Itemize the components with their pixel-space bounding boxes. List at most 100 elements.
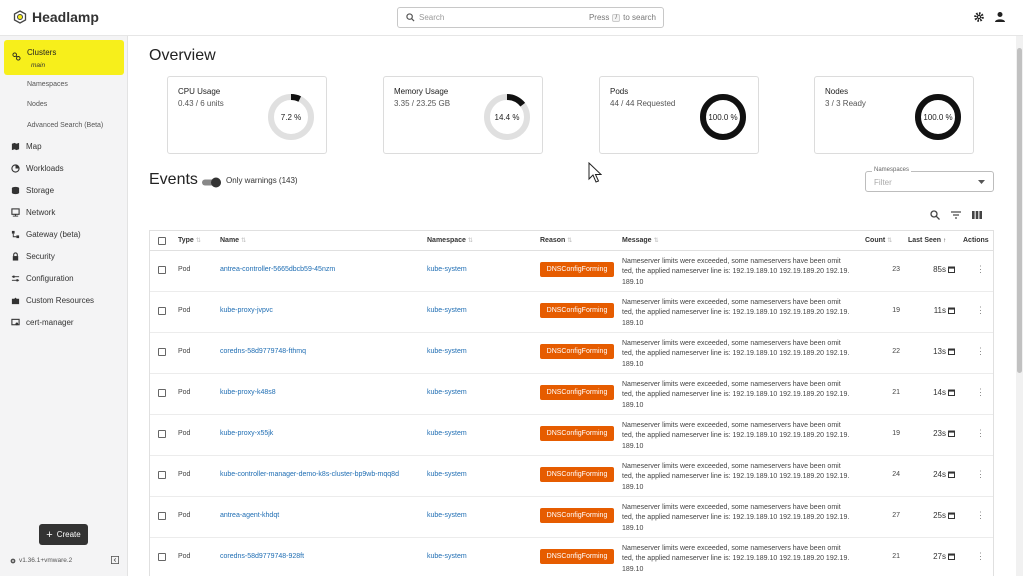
more-actions-icon[interactable]: ⋮ (976, 551, 985, 562)
more-actions-icon[interactable]: ⋮ (976, 264, 985, 275)
column-header-type[interactable]: Type ⇅ (178, 237, 201, 244)
more-actions-icon[interactable]: ⋮ (976, 305, 985, 316)
mouse-cursor-icon (588, 162, 602, 183)
nodes-card: Nodes 3 / 3 Ready 100.0 % (814, 76, 974, 154)
row-checkbox[interactable] (158, 512, 166, 520)
more-actions-icon[interactable]: ⋮ (976, 469, 985, 480)
event-namespace-link[interactable]: kube-system (427, 512, 467, 519)
sidebar-item-label: Configuration (26, 274, 74, 283)
sidebar-item-network[interactable]: Network (11, 208, 55, 217)
event-namespace-link[interactable]: kube-system (427, 553, 467, 560)
event-namespace-link[interactable]: kube-system (427, 266, 467, 273)
search-hint-key: / (612, 13, 621, 22)
row-checkbox[interactable] (158, 471, 166, 479)
sidebar-item-custom-resources[interactable]: Custom Resources (11, 296, 94, 305)
more-actions-icon[interactable]: ⋮ (976, 346, 985, 357)
row-checkbox[interactable] (158, 430, 166, 438)
more-actions-icon[interactable]: ⋮ (976, 428, 985, 439)
reason-badge: DNSConfigForming (540, 385, 614, 400)
event-type: Pod (178, 307, 191, 314)
row-checkbox[interactable] (158, 389, 166, 397)
sidebar-item-clusters[interactable]: Clusters main (4, 40, 124, 75)
sidebar-item-workloads[interactable]: Workloads (11, 164, 64, 173)
column-header-reason[interactable]: Reason ⇅ (540, 237, 572, 244)
page-scrollbar[interactable] (1016, 36, 1023, 576)
warnings-toggle-label: Only warnings (143) (226, 176, 298, 185)
event-namespace-link[interactable]: kube-system (427, 430, 467, 437)
row-checkbox[interactable] (158, 348, 166, 356)
reason-badge: DNSConfigForming (540, 262, 614, 277)
sidebar-item-storage[interactable]: Storage (11, 186, 54, 195)
event-last-seen: 11s (933, 306, 946, 315)
row-checkbox[interactable] (158, 553, 166, 561)
column-header-label: Namespace (427, 237, 466, 244)
message-line: ted, the applied nameserver line is: 192… (622, 309, 850, 317)
event-name-link[interactable]: antrea-controller-5665dbcb59-45nzm (220, 266, 335, 273)
message-line: 189.10 (622, 483, 644, 491)
event-name-link[interactable]: antrea-agent-khdqt (220, 512, 279, 519)
sort-icon: ⇅ (653, 238, 659, 244)
table-row: Pod kube-controller-manager-demo-k8s-clus… (150, 456, 993, 497)
event-namespace-link[interactable]: kube-system (427, 348, 467, 355)
sidebar-item-configuration[interactable]: Configuration (11, 274, 74, 283)
card-percent: 100.0 % (923, 112, 953, 122)
message-line: Nameserver limits were exceeded, some na… (622, 258, 841, 265)
message-line: 189.10 (622, 442, 644, 450)
sidebar-item-cert-manager[interactable]: cert-manager (11, 318, 74, 327)
event-name-link[interactable]: coredns-58d9779748-928ft (220, 553, 304, 560)
search-icon[interactable] (930, 210, 940, 220)
column-header-name[interactable]: Name ⇅ (220, 237, 246, 244)
event-count: 27 (892, 512, 900, 519)
event-name-link[interactable]: kube-proxy-k48s8 (220, 389, 276, 396)
scrollbar-thumb[interactable] (1017, 48, 1022, 373)
event-name-link[interactable]: kube-proxy-jvpvc (220, 307, 273, 314)
sidebar-item-map[interactable]: Map (11, 142, 42, 151)
sidebar-item-advanced-search[interactable]: Advanced Search (Beta) (27, 122, 103, 129)
event-name-link[interactable]: kube-proxy-x55jk (220, 430, 273, 437)
event-namespace-link[interactable]: kube-system (427, 389, 467, 396)
event-name-link[interactable]: kube-controller-manager-demo-k8s-cluster… (220, 471, 399, 478)
event-name-link[interactable]: coredns-58d9779748-fthmq (220, 348, 306, 355)
sidebar-item-label: Clusters (27, 48, 57, 57)
table-row: Pod antrea-controller-5665dbcb59-45nzm kub… (150, 251, 993, 292)
namespaces-filter[interactable]: Namespaces Filter (865, 167, 994, 192)
column-header-last-seen[interactable]: Last Seen ↑ (908, 237, 946, 244)
select-all-checkbox[interactable] (158, 237, 166, 245)
event-namespace-link[interactable]: kube-system (427, 307, 467, 314)
table-toolbar (930, 210, 982, 220)
row-checkbox[interactable] (158, 307, 166, 315)
columns-icon[interactable] (972, 210, 982, 220)
calendar-icon (948, 307, 955, 314)
search-hint-press: Press (588, 13, 610, 22)
event-count: 19 (892, 430, 900, 437)
create-button[interactable]: + Create (39, 524, 88, 545)
search-input[interactable]: Search Press / to search (397, 7, 664, 28)
column-header-message[interactable]: Message ⇅ (622, 237, 659, 244)
warnings-toggle[interactable] (201, 177, 222, 188)
sidebar-item-gateway[interactable]: Gateway (beta) (11, 230, 81, 239)
table-row: Pod kube-proxy-jvpvc kube-system DNSConfigF… (150, 292, 993, 333)
collapse-sidebar-icon[interactable] (111, 556, 119, 564)
gear-icon[interactable] (973, 11, 985, 23)
namespaces-filter-label: Namespaces (872, 167, 912, 173)
sidebar-item-label: Gateway (beta) (26, 230, 81, 239)
column-header-namespace[interactable]: Namespace ⇅ (427, 237, 473, 244)
more-actions-icon[interactable]: ⋮ (976, 510, 985, 521)
message-line: 189.10 (622, 360, 644, 368)
sidebar-item-nodes[interactable]: Nodes (27, 101, 47, 108)
filter-icon[interactable] (951, 210, 961, 220)
event-namespace-link[interactable]: kube-system (427, 471, 467, 478)
card-percent: 7.2 % (280, 112, 302, 122)
network-icon (11, 208, 20, 217)
column-header-label: Actions (963, 237, 989, 244)
more-actions-icon[interactable]: ⋮ (976, 387, 985, 398)
app-logo[interactable]: Headlamp (13, 9, 99, 25)
row-checkbox[interactable] (158, 266, 166, 274)
event-message: Nameserver limits were exceeded, some na… (622, 339, 862, 370)
table-row: Pod antrea-agent-khdqt kube-system DNSConfi… (150, 497, 993, 538)
sidebar-item-security[interactable]: Security (11, 252, 55, 261)
user-account-icon[interactable] (994, 11, 1006, 23)
top-bar: Headlamp Search Press / to search (0, 0, 1023, 36)
column-header-count[interactable]: Count ⇅ (865, 237, 892, 244)
sidebar-item-namespaces[interactable]: Namespaces (27, 81, 68, 88)
